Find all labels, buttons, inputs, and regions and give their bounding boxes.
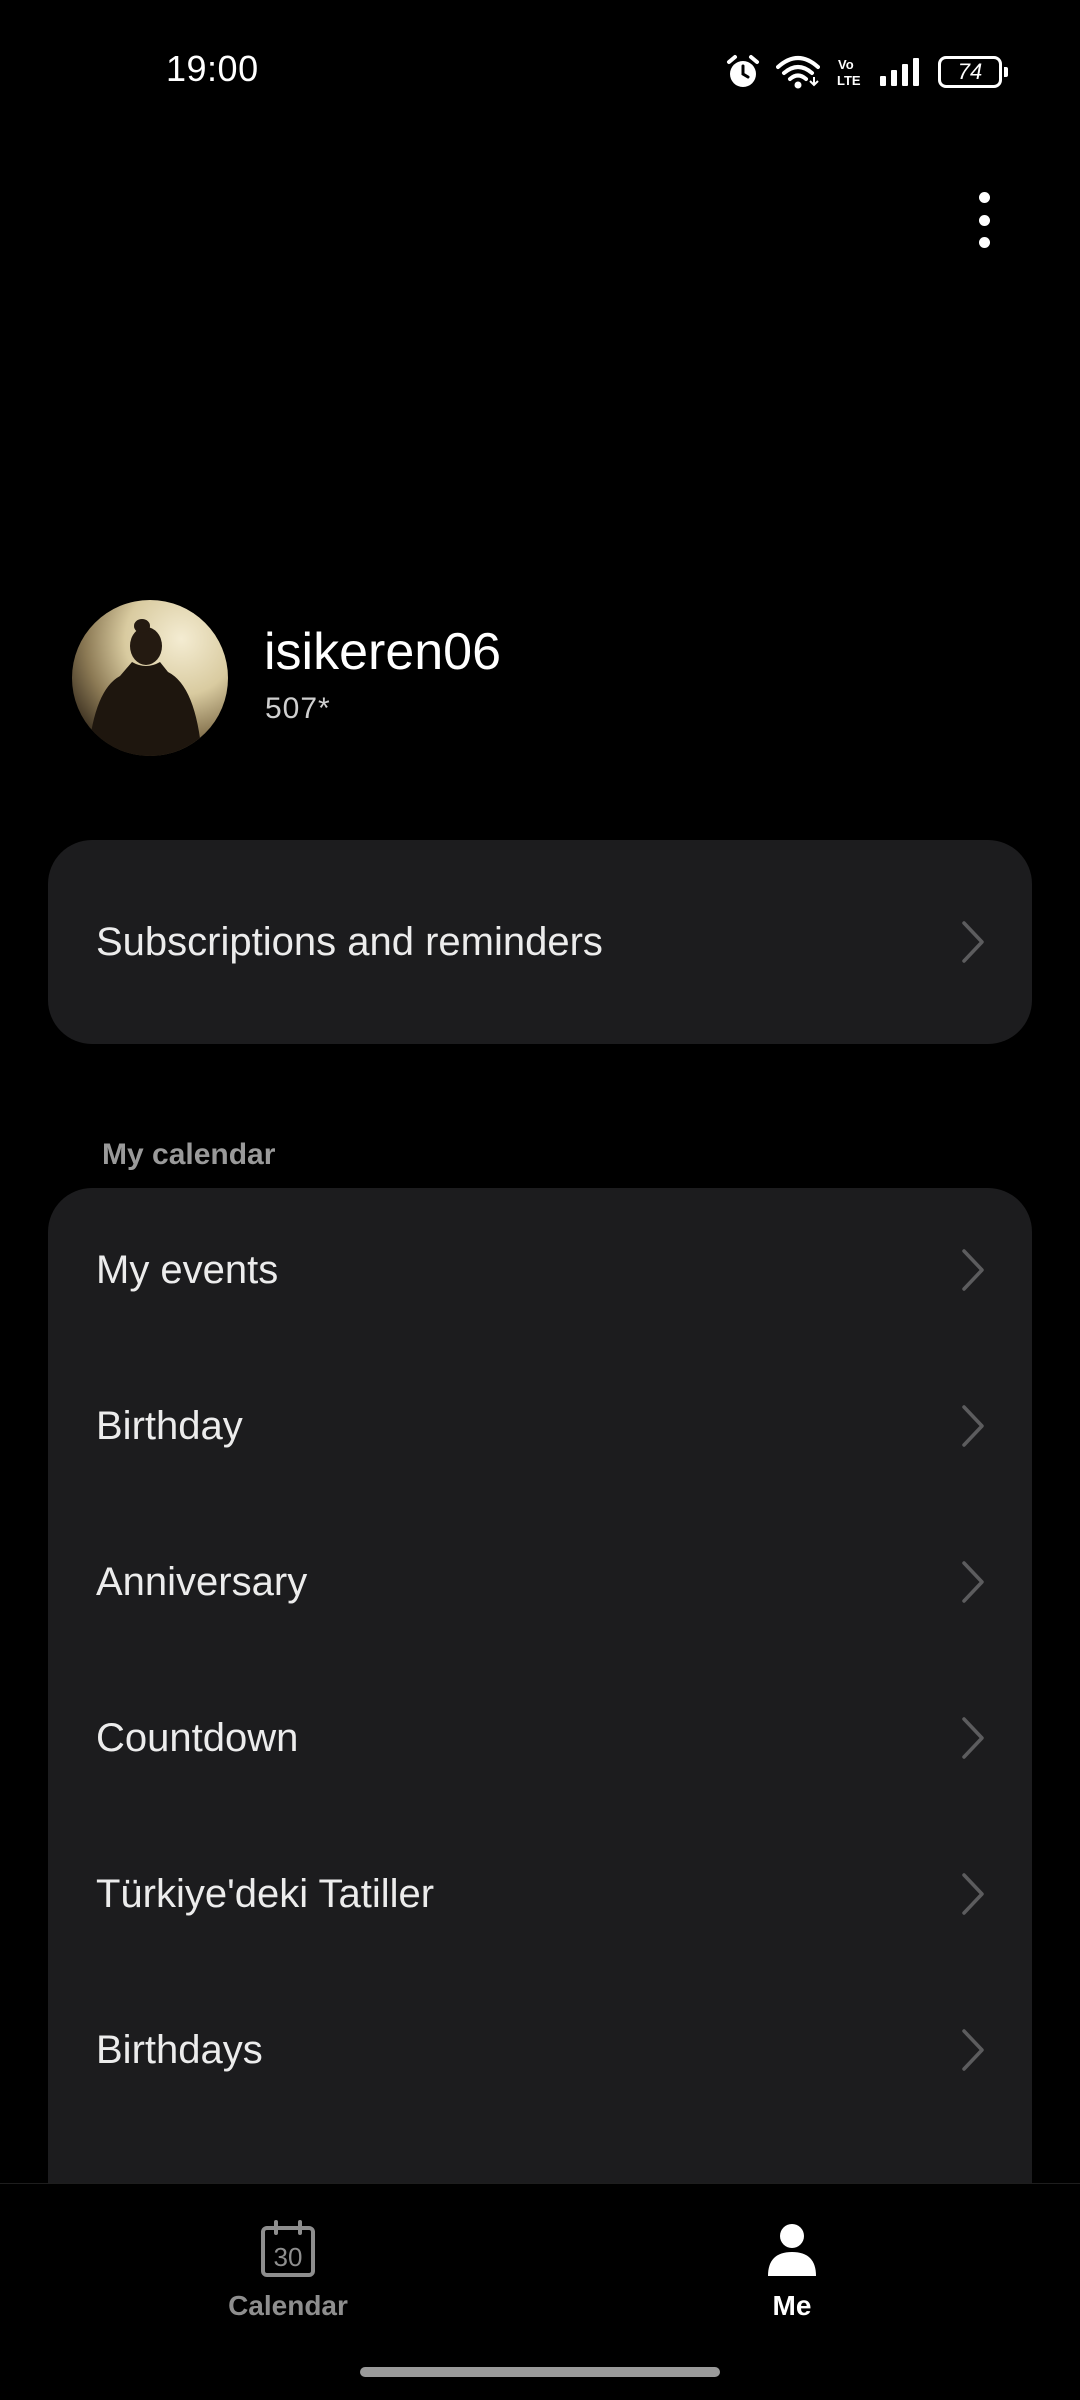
subscriptions-and-reminders-row[interactable]: Subscriptions and reminders bbox=[48, 840, 1032, 1044]
my-calendar-list: My events Birthday Anniversary Countdown… bbox=[48, 1188, 1032, 2232]
nav-tab-me[interactable]: Me bbox=[692, 2220, 892, 2322]
battery-level: 74 bbox=[957, 59, 983, 84]
more-dot bbox=[978, 214, 990, 226]
volte-icon: Vo LTE bbox=[837, 57, 861, 88]
chevron-right-icon bbox=[962, 2029, 984, 2071]
calendar-icon: 30 bbox=[261, 2220, 315, 2277]
signal-icon bbox=[880, 58, 919, 86]
row-label: Anniversary bbox=[96, 1559, 308, 1604]
more-vertical-icon[interactable] bbox=[960, 188, 1008, 252]
wifi-icon bbox=[776, 56, 820, 89]
status-bar: 19:00 Vo LTE 74 bbox=[0, 0, 1080, 140]
battery-icon: 74 bbox=[938, 56, 1008, 88]
list-item-my-events[interactable]: My events bbox=[48, 1192, 1032, 1348]
person-icon bbox=[768, 2224, 816, 2276]
screen: 19:00 Vo LTE 74 isikeren06 507* Subscrip… bbox=[0, 0, 1080, 2400]
chevron-right-icon bbox=[962, 1249, 984, 1291]
phone-number: 507* bbox=[265, 692, 331, 725]
username: isikeren06 bbox=[264, 623, 502, 681]
more-dot bbox=[978, 192, 990, 203]
list-item-turkiye-holidays[interactable]: Türkiye'deki Tatiller bbox=[48, 1816, 1032, 1972]
chevron-right-icon bbox=[962, 1717, 984, 1759]
home-indicator[interactable] bbox=[360, 2367, 720, 2377]
list-item-birthdays[interactable]: Birthdays bbox=[48, 1972, 1032, 2128]
more-dot bbox=[978, 237, 990, 248]
status-time: 19:00 bbox=[166, 48, 259, 89]
row-label: My events bbox=[96, 1247, 279, 1292]
calendar-icon-day: 30 bbox=[274, 2242, 303, 2272]
nav-tab-calendar[interactable]: 30 Calendar bbox=[188, 2220, 388, 2322]
profile-header[interactable]: isikeren06 507* bbox=[72, 600, 972, 756]
chevron-right-icon bbox=[962, 1405, 984, 1447]
nav-label-me: Me bbox=[772, 2290, 812, 2321]
row-label: Türkiye'deki Tatiller bbox=[96, 1871, 435, 1916]
chevron-right-icon bbox=[962, 1873, 984, 1915]
row-label: Birthday bbox=[96, 1403, 243, 1448]
avatar[interactable] bbox=[72, 600, 228, 756]
status-icons: Vo LTE 74 bbox=[726, 52, 1008, 92]
avatar-person-silhouette bbox=[88, 619, 202, 756]
list-item-birthday[interactable]: Birthday bbox=[48, 1348, 1032, 1504]
row-label: Subscriptions and reminders bbox=[96, 919, 603, 964]
row-label: Countdown bbox=[96, 1715, 299, 1760]
chevron-right-icon bbox=[962, 1561, 984, 1603]
svg-text:Vo: Vo bbox=[838, 57, 854, 72]
list-item-anniversary[interactable]: Anniversary bbox=[48, 1504, 1032, 1660]
chevron-right-icon bbox=[962, 921, 984, 963]
svg-text:LTE: LTE bbox=[837, 73, 861, 88]
section-title-my-calendar: My calendar bbox=[102, 1138, 276, 1171]
alarm-icon bbox=[727, 55, 759, 87]
subscriptions-card: Subscriptions and reminders bbox=[48, 840, 1032, 1044]
nav-label-calendar: Calendar bbox=[228, 2290, 348, 2321]
list-item-countdown[interactable]: Countdown bbox=[48, 1660, 1032, 1816]
row-label: Birthdays bbox=[96, 2027, 263, 2072]
